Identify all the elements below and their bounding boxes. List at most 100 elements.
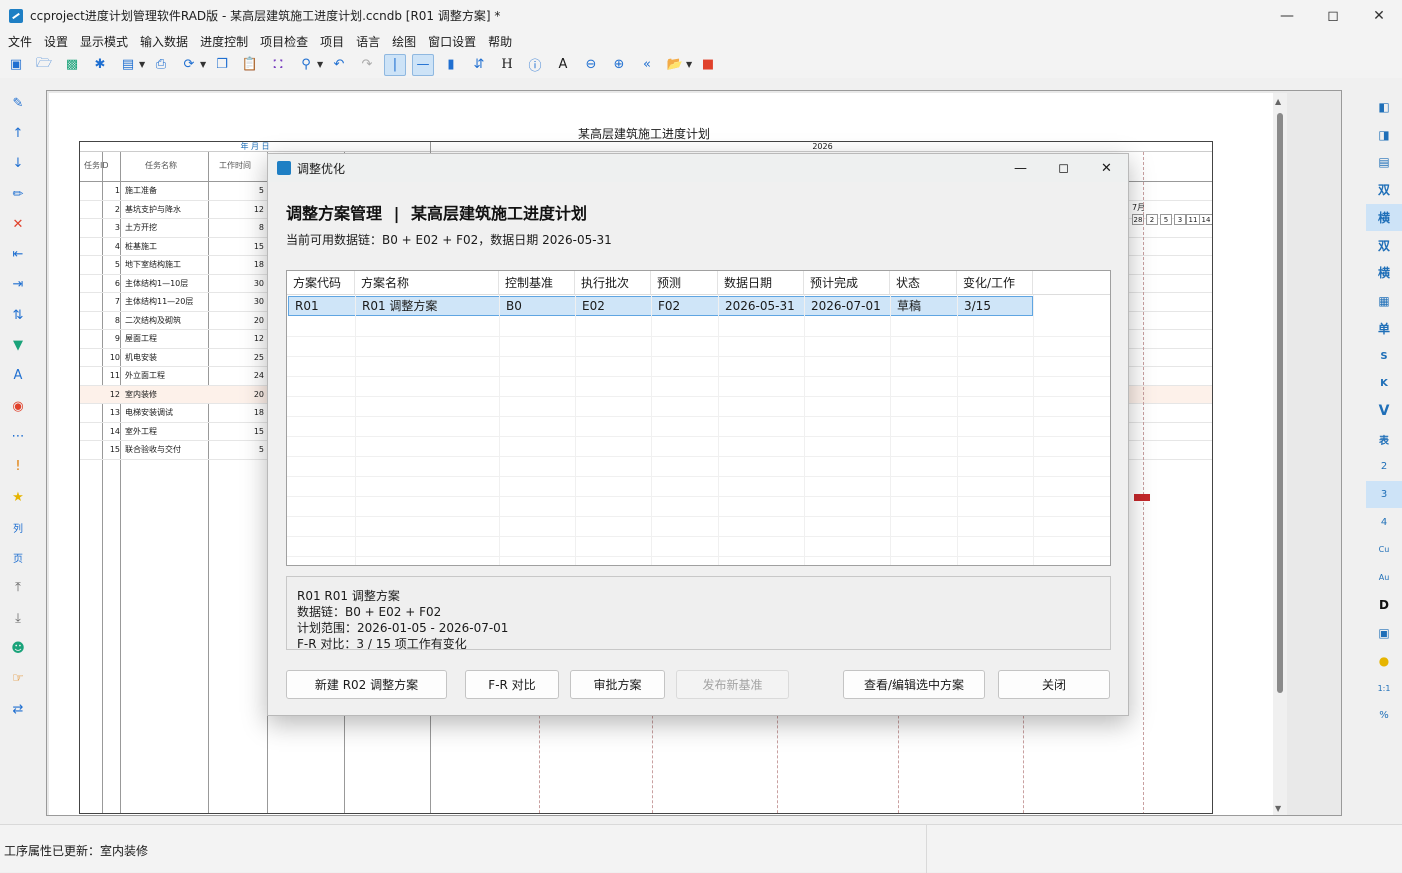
menu-input-data[interactable]: 输入数据 — [135, 33, 193, 50]
s-button[interactable]: S — [1366, 342, 1402, 370]
new-plan-button[interactable]: 新建 R02 调整方案 — [286, 670, 447, 699]
horizontal-button[interactable]: 横 — [1366, 203, 1402, 232]
v-button[interactable]: V — [1366, 398, 1402, 426]
folder-icon[interactable]: 📂 — [664, 54, 686, 76]
menu-language[interactable]: 语言 — [351, 33, 385, 50]
approve-plan-button[interactable]: 审批方案 — [570, 670, 665, 699]
col-plan-name[interactable]: 方案名称 — [355, 271, 499, 294]
dropdown-arrow-icon[interactable]: ▼ — [139, 60, 145, 69]
hand-icon[interactable]: ☞ — [0, 664, 36, 694]
exclamation-icon[interactable]: ! — [0, 452, 36, 482]
format-painter-icon[interactable]: ⛚ — [267, 54, 289, 76]
indent-icon[interactable]: ⇥ — [0, 270, 36, 300]
star-icon[interactable]: ★ — [0, 482, 36, 512]
arrow-down-icon[interactable]: ↓ — [0, 149, 36, 179]
menu-project-check[interactable]: 项目检查 — [255, 33, 313, 50]
level-2-button[interactable]: 2 — [1366, 453, 1402, 481]
dropdown-arrow-icon[interactable]: ▼ — [200, 60, 206, 69]
menu-display-mode[interactable]: 显示模式 — [75, 33, 133, 50]
col-control-baseline[interactable]: 控制基准 — [499, 271, 575, 294]
au-button[interactable]: Au — [1366, 564, 1402, 592]
edit-icon[interactable]: ✏ — [0, 179, 36, 209]
text-style-icon[interactable]: A — [0, 361, 36, 391]
export-image-icon[interactable]: ▤ — [117, 54, 139, 76]
sort-icon[interactable]: ⇵ — [468, 54, 490, 76]
panel-bottom-icon[interactable]: ▤ — [1366, 148, 1402, 176]
table-row[interactable]: R01 R01 调整方案 B0 E02 F02 2026-05-31 2026-… — [288, 296, 1033, 316]
col-expected-finish[interactable]: 预计完成 — [804, 271, 890, 294]
scale-1-1-button[interactable]: 1:1 — [1366, 674, 1402, 702]
zoom-icon[interactable]: ⚲ — [295, 54, 317, 76]
double-button[interactable]: 双 — [1366, 176, 1402, 204]
panel-right-icon[interactable]: ◨ — [1366, 121, 1402, 149]
open-folder-icon[interactable]: 🗁 — [33, 54, 55, 76]
zoom-in-icon[interactable]: ⊕ — [608, 54, 630, 76]
height-icon[interactable]: H — [496, 54, 518, 76]
outdent-icon[interactable]: ⇤ — [0, 239, 36, 269]
dialog-minimize-button[interactable]: — — [999, 154, 1042, 182]
dialog-maximize-button[interactable]: ◻ — [1042, 154, 1085, 182]
dots-icon[interactable]: ⋯ — [0, 421, 36, 451]
red-folder-icon[interactable]: ■ — [697, 54, 719, 76]
panel-left-icon[interactable]: ◧ — [1366, 93, 1402, 121]
horizontal-line-icon[interactable]: — — [412, 53, 434, 76]
view-edit-plan-button[interactable]: 查看/编辑选中方案 — [843, 670, 985, 699]
menu-file[interactable]: 文件 — [3, 33, 37, 50]
percent-button[interactable]: % — [1366, 702, 1402, 730]
scroll-down-icon[interactable]: ▼ — [1275, 804, 1281, 813]
menu-project[interactable]: 项目 — [315, 33, 349, 50]
filter-icon[interactable]: ▼ — [0, 330, 36, 360]
col-plan-code[interactable]: 方案代码 — [287, 271, 355, 294]
delete-icon[interactable]: ✕ — [0, 209, 36, 239]
col-data-date[interactable]: 数据日期 — [718, 271, 804, 294]
save-icon[interactable]: ▩ — [61, 54, 83, 76]
dropdown-arrow-icon[interactable]: ▼ — [317, 60, 323, 69]
columns-icon[interactable]: ▮ — [440, 54, 462, 76]
redo-icon[interactable]: ↷ — [356, 54, 378, 76]
new-file-icon[interactable]: ▣ — [5, 54, 27, 76]
cu-button[interactable]: Cu — [1366, 536, 1402, 564]
col-status[interactable]: 状态 — [890, 271, 957, 294]
print-icon[interactable]: ⎙ — [150, 54, 172, 76]
menu-drawing[interactable]: 绘图 — [387, 33, 421, 50]
publish-baseline-button[interactable]: 发布新基准 — [676, 670, 789, 699]
font-icon[interactable]: A — [552, 54, 574, 76]
table-icon[interactable]: ▦ — [1366, 287, 1402, 315]
palette-icon[interactable]: ◉ — [0, 391, 36, 421]
dialog-close-icon[interactable]: ✕ — [1085, 154, 1128, 182]
pencil-icon[interactable]: ✎ — [0, 88, 36, 118]
users-icon[interactable]: ☻ — [0, 633, 36, 663]
close-dialog-button[interactable]: 关闭 — [998, 670, 1110, 699]
menu-help[interactable]: 帮助 — [483, 33, 517, 50]
minimize-button[interactable]: — — [1264, 0, 1310, 31]
col-forecast[interactable]: 预测 — [651, 271, 718, 294]
table-text-button[interactable]: 表 — [1366, 425, 1402, 453]
move-bottom-icon[interactable]: ⤓ — [0, 603, 36, 633]
arrow-up-icon[interactable]: ↑ — [0, 118, 36, 148]
double-2-button[interactable]: 双 — [1366, 231, 1402, 259]
dropdown-arrow-icon[interactable]: ▼ — [686, 60, 692, 69]
zoom-out-icon[interactable]: ⊖ — [580, 54, 602, 76]
copy-icon[interactable]: ❐ — [211, 54, 233, 76]
snowflake-icon[interactable]: ✱ — [89, 54, 111, 76]
menu-progress-control[interactable]: 进度控制 — [195, 33, 253, 50]
scroll-up-icon[interactable]: ▲ — [1275, 97, 1281, 106]
chart-icon[interactable]: ▣ — [1366, 619, 1402, 647]
fr-compare-button[interactable]: F-R 对比 — [465, 670, 559, 699]
undo-icon[interactable]: ↶ — [328, 54, 350, 76]
maximize-button[interactable]: ◻ — [1310, 0, 1356, 31]
vertical-scrollbar[interactable]: ▲ ▼ — [1273, 93, 1287, 815]
col-execution-batch[interactable]: 执行批次 — [575, 271, 651, 294]
swap-vertical-icon[interactable]: ⇅ — [0, 300, 36, 330]
back-icon[interactable]: « — [636, 54, 658, 76]
refresh-icon[interactable]: ⟳ — [178, 54, 200, 76]
paste-icon[interactable]: 📋 — [239, 54, 261, 76]
level-4-button[interactable]: 4 — [1366, 508, 1402, 536]
comment-icon[interactable]: ● — [1366, 647, 1402, 675]
vertical-line-icon[interactable]: | — [384, 53, 406, 76]
menu-window-settings[interactable]: 窗口设置 — [423, 33, 481, 50]
gantt-bar[interactable] — [1134, 494, 1150, 501]
d-button[interactable]: D — [1366, 591, 1402, 619]
menu-settings[interactable]: 设置 — [39, 33, 73, 50]
single-button[interactable]: 单 — [1366, 315, 1402, 343]
